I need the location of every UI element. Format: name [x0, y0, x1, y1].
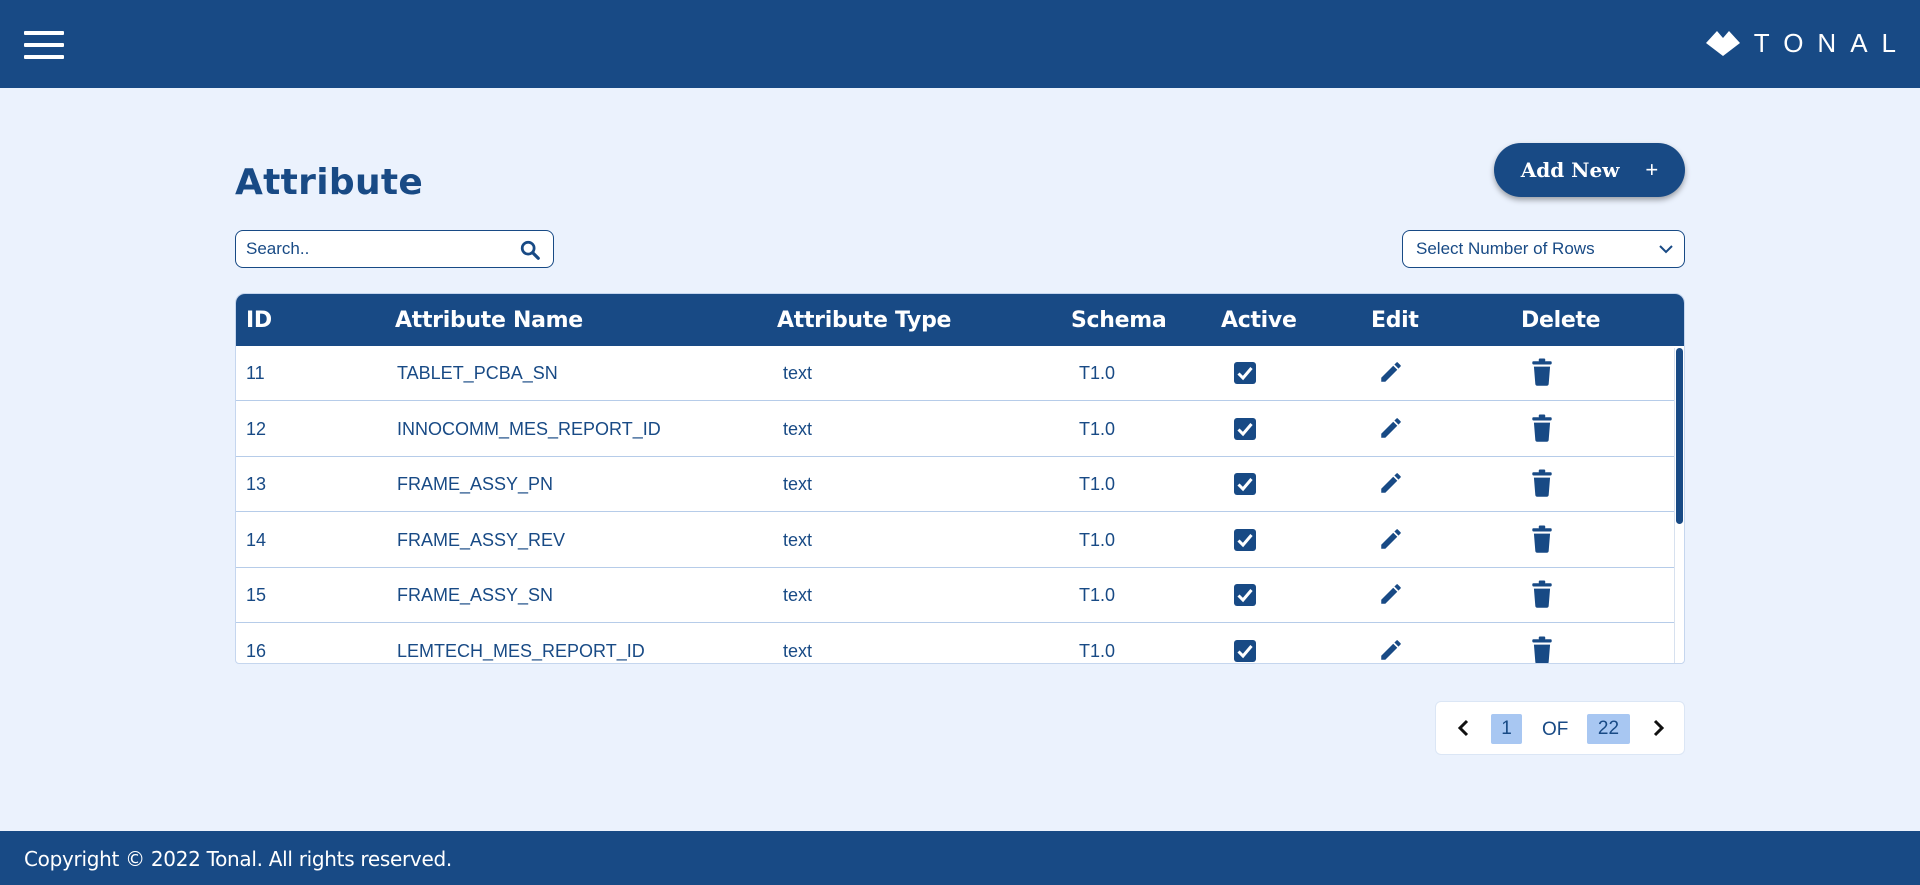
table-header: ID Attribute Name Attribute Type Schema …	[236, 294, 1684, 346]
add-new-button[interactable]: Add New +	[1494, 143, 1685, 197]
delete-trash-icon[interactable]	[1529, 469, 1555, 497]
table-row[interactable]: 16 LEMTECH_MES_REPORT_ID text T1.0	[236, 624, 1676, 664]
hamburger-menu-icon[interactable]	[24, 31, 64, 59]
table-scrollbar[interactable]	[1674, 348, 1683, 663]
cell-attribute-name: TABLET_PCBA_SN	[397, 363, 558, 383]
scrollbar-thumb[interactable]	[1676, 348, 1683, 524]
delete-trash-icon[interactable]	[1529, 580, 1555, 608]
cell-id: 11	[246, 363, 265, 383]
edit-pencil-icon[interactable]	[1378, 526, 1404, 552]
cell-attribute-name: FRAME_ASSY_SN	[397, 585, 554, 605]
cell-attribute-type: text	[783, 418, 813, 439]
copyright-text: Copyright © 2022 Tonal. All rights reser…	[24, 847, 452, 871]
search-input[interactable]	[246, 237, 506, 261]
cell-schema: T1.0	[1079, 585, 1116, 605]
cell-schema: T1.0	[1079, 529, 1116, 550]
delete-trash-icon[interactable]	[1529, 358, 1555, 386]
edit-pencil-icon[interactable]	[1378, 470, 1404, 496]
cell-attribute-type: text	[783, 640, 813, 661]
active-checkbox-icon[interactable]	[1233, 528, 1257, 552]
cell-id: 16	[246, 640, 267, 661]
plus-icon: +	[1645, 157, 1659, 182]
table-body: 11 TABLET_PCBA_SN text T1.0 12 INNOCOMM_MES_R…	[236, 346, 1676, 664]
cell-schema: T1.0	[1079, 474, 1116, 494]
edit-pencil-icon[interactable]	[1378, 637, 1404, 663]
header-schema: Schema	[1071, 308, 1167, 333]
cell-attribute-name: FRAME_ASSY_REV	[397, 529, 566, 550]
top-bar: TONAL	[0, 0, 1920, 88]
delete-trash-icon[interactable]	[1529, 525, 1555, 553]
header-attribute-type: Attribute Type	[777, 308, 952, 333]
table-row[interactable]: 15 FRAME_ASSY_SN text T1.0	[236, 568, 1676, 623]
cell-schema: T1.0	[1079, 363, 1116, 383]
cell-attribute-name: FRAME_ASSY_PN	[397, 474, 554, 494]
cell-id: 14	[246, 529, 267, 550]
tonal-logo[interactable]: TONAL	[1705, 28, 1896, 58]
active-checkbox-icon[interactable]	[1233, 417, 1257, 441]
tonal-logo-mark-icon	[1705, 31, 1740, 56]
active-checkbox-icon[interactable]	[1233, 472, 1257, 496]
cell-schema: T1.0	[1079, 418, 1116, 439]
cell-id: 15	[246, 585, 267, 605]
table-row[interactable]: 13 FRAME_ASSY_PN text T1.0	[236, 457, 1676, 512]
edit-pencil-icon[interactable]	[1378, 359, 1404, 385]
table-row[interactable]: 11 TABLET_PCBA_SN text T1.0	[236, 346, 1676, 401]
search-icon[interactable]	[519, 239, 541, 261]
active-checkbox-icon[interactable]	[1233, 639, 1257, 663]
cell-schema: T1.0	[1079, 640, 1116, 661]
cell-attribute-name: INNOCOMM_MES_REPORT_ID	[397, 418, 661, 439]
cell-attribute-type: text	[783, 474, 813, 494]
delete-trash-icon[interactable]	[1529, 636, 1555, 664]
edit-pencil-icon[interactable]	[1378, 415, 1404, 441]
pagination: 1 OF 22	[1435, 701, 1685, 755]
cell-id: 12	[246, 418, 267, 439]
cell-attribute-type: text	[783, 529, 813, 550]
header-delete: Delete	[1521, 308, 1601, 333]
cell-attribute-name: LEMTECH_MES_REPORT_ID	[397, 640, 645, 661]
total-pages[interactable]: 22	[1587, 714, 1630, 744]
cell-id: 13	[246, 474, 267, 494]
rows-select-value: Select Number of Rows	[1416, 239, 1595, 258]
cell-attribute-type: text	[783, 363, 813, 383]
header-edit: Edit	[1371, 308, 1419, 333]
table-row[interactable]: 14 FRAME_ASSY_REV text T1.0	[236, 513, 1676, 568]
search-box[interactable]	[235, 230, 554, 268]
footer: Copyright © 2022 Tonal. All rights reser…	[0, 831, 1920, 885]
chevron-left-icon[interactable]	[1454, 718, 1474, 738]
active-checkbox-icon[interactable]	[1233, 583, 1257, 607]
logo-text: TONAL	[1753, 27, 1910, 58]
table-row[interactable]: 12 INNOCOMM_MES_REPORT_ID text T1.0	[236, 402, 1676, 457]
edit-pencil-icon[interactable]	[1378, 581, 1404, 607]
header-active: Active	[1221, 308, 1297, 333]
cell-attribute-type: text	[783, 585, 813, 605]
rows-per-page-select[interactable]: Select Number of Rows	[1402, 230, 1685, 268]
page-of-label: OF	[1542, 719, 1569, 740]
attribute-table: ID Attribute Name Attribute Type Schema …	[235, 293, 1685, 664]
page-title: Attribute	[235, 162, 424, 203]
chevron-down-icon	[1659, 245, 1673, 254]
active-checkbox-icon[interactable]	[1233, 361, 1257, 385]
header-id: ID	[246, 308, 272, 333]
chevron-right-icon[interactable]	[1648, 718, 1668, 738]
current-page[interactable]: 1	[1491, 714, 1522, 744]
header-attribute-name: Attribute Name	[395, 308, 583, 333]
add-new-label: Add New	[1520, 158, 1620, 182]
delete-trash-icon[interactable]	[1529, 414, 1555, 442]
